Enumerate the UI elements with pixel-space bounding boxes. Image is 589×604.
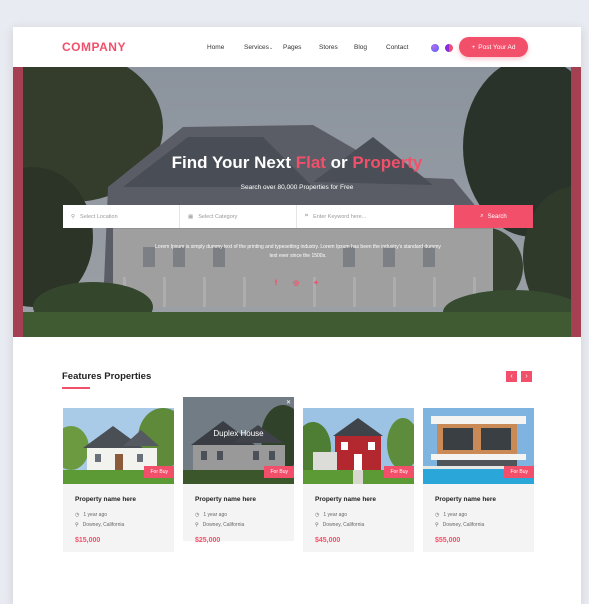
nav-stores[interactable]: Stores: [319, 44, 338, 51]
property-location-text: Downey, California: [82, 522, 125, 528]
property-location: ⚲ Downey, California: [195, 522, 244, 528]
for-buy-badge: For Buy: [264, 466, 294, 478]
property-name: Property name here: [435, 496, 497, 503]
hero-overlay: [13, 67, 581, 337]
nav-pages[interactable]: Pages: [283, 44, 301, 51]
property-name: Property name here: [315, 496, 377, 503]
keyword-input[interactable]: ⌗ Enter Keyword here...: [297, 205, 454, 228]
property-image: ✕ Duplex House For Buy: [183, 397, 294, 484]
property-time: ◷ 1 year ago: [315, 512, 347, 518]
features-title: Features Properties: [62, 371, 152, 382]
logo[interactable]: COMPANY: [62, 40, 126, 54]
hero-title-accent-property: Property: [352, 153, 423, 172]
post-ad-label: Post Your Ad: [478, 43, 516, 51]
features-title-underline: [62, 387, 90, 389]
clock-icon: ◷: [75, 512, 80, 518]
clock-icon: ◷: [435, 512, 440, 518]
property-time: ◷ 1 year ago: [75, 512, 107, 518]
search-button-label: Search: [487, 213, 507, 220]
location-pin-icon: ⚲: [315, 522, 319, 528]
hero-title: Find Your Next Flat or Property: [13, 153, 581, 173]
keyword-icon: ⌗: [305, 213, 309, 219]
property-name: Property name here: [195, 496, 257, 503]
social-links: f ◎ ✦: [271, 278, 321, 288]
location-pin-icon: ⚲: [195, 522, 199, 528]
facebook-icon[interactable]: f: [271, 278, 281, 288]
chevron-down-icon: ⌄: [268, 45, 274, 51]
property-image: For Buy: [303, 408, 414, 484]
property-location-text: Downey, California: [322, 522, 365, 528]
next-arrow-icon[interactable]: ›: [521, 371, 532, 382]
category-placeholder: Select Category: [198, 213, 238, 220]
instagram-icon[interactable]: ◎: [291, 278, 301, 288]
property-image: For Buy: [63, 408, 174, 484]
search-icon: ⌕: [480, 213, 484, 219]
location-placeholder: Select Location: [80, 213, 118, 220]
property-card[interactable]: For Buy Property name here ◷ 1 year ago ⚲…: [63, 408, 174, 552]
property-price: $25,000: [195, 537, 221, 544]
for-buy-badge: For Buy: [504, 466, 534, 478]
property-card[interactable]: For Buy Property name here ◷ 1 year ago ⚲…: [423, 408, 534, 552]
hero-title-accent-flat: Flat: [295, 153, 326, 172]
property-time-text: 1 year ago: [443, 512, 468, 518]
page: COMPANY Home Services⌄ Pages Stores Blog…: [13, 27, 581, 604]
hero-title-part2: or: [325, 153, 353, 172]
for-buy-badge: For Buy: [144, 466, 174, 478]
header: COMPANY Home Services⌄ Pages Stores Blog…: [13, 27, 581, 67]
property-price: $55,000: [435, 537, 461, 544]
nav-contact[interactable]: Contact: [386, 44, 408, 51]
property-card[interactable]: For Buy Property name here ◷ 1 year ago ⚲…: [303, 408, 414, 552]
prev-arrow-icon[interactable]: ‹: [506, 371, 517, 382]
property-card[interactable]: ✕ Duplex House For Buy Property name her…: [183, 397, 294, 544]
property-location: ⚲ Downey, California: [435, 522, 484, 528]
property-time: ◷ 1 year ago: [195, 512, 227, 518]
close-icon[interactable]: ✕: [286, 399, 291, 406]
property-time: ◷ 1 year ago: [435, 512, 467, 518]
property-overlay-title: Duplex House: [213, 429, 264, 438]
hero-title-part1: Find Your Next: [171, 153, 296, 172]
post-ad-button[interactable]: + Post Your Ad: [459, 37, 528, 57]
location-pin-icon: ⚲: [435, 522, 439, 528]
hero-banner: Find Your Next Flat or Property Search o…: [13, 67, 581, 337]
property-time-text: 1 year ago: [83, 512, 108, 518]
for-buy-badge: For Buy: [384, 466, 414, 478]
nav-services-label: Services: [244, 44, 269, 51]
search-bar: ⚲ Select Location ▦ Select Category ⌗ En…: [63, 205, 533, 228]
clock-icon: ◷: [195, 512, 200, 518]
hero-subtitle: Search over 80,000 Properties for Free: [240, 184, 354, 191]
property-price: $15,000: [75, 537, 101, 544]
property-image: For Buy: [423, 408, 534, 484]
nav-services[interactable]: Services⌄: [244, 44, 273, 51]
category-select[interactable]: ▦ Select Category: [180, 205, 297, 228]
property-location-text: Downey, California: [202, 522, 245, 528]
hero-description: Lorem Ipsum is simply dummy text of the …: [155, 244, 441, 259]
property-price: $45,000: [315, 537, 341, 544]
property-name: Property name here: [75, 496, 137, 503]
clock-icon: ◷: [315, 512, 320, 518]
keyword-placeholder: Enter Keyword here...: [313, 213, 367, 220]
search-button[interactable]: ⌕ Search: [454, 205, 533, 228]
nav-blog[interactable]: Blog: [354, 44, 367, 51]
grid-icon: ▦: [188, 213, 194, 220]
theme-icon[interactable]: [445, 44, 453, 52]
nav-home[interactable]: Home: [207, 44, 224, 51]
property-location: ⚲ Downey, California: [315, 522, 364, 528]
messenger-icon[interactable]: [431, 44, 439, 52]
property-time-text: 1 year ago: [323, 512, 348, 518]
plus-icon: +: [471, 43, 476, 51]
location-pin-icon: ⚲: [71, 213, 76, 220]
property-location: ⚲ Downey, California: [75, 522, 124, 528]
property-time-text: 1 year ago: [203, 512, 228, 518]
location-pin-icon: ⚲: [75, 522, 79, 528]
twitter-icon[interactable]: ✦: [311, 278, 321, 288]
property-location-text: Downey, California: [442, 522, 485, 528]
location-select[interactable]: ⚲ Select Location: [63, 205, 180, 228]
